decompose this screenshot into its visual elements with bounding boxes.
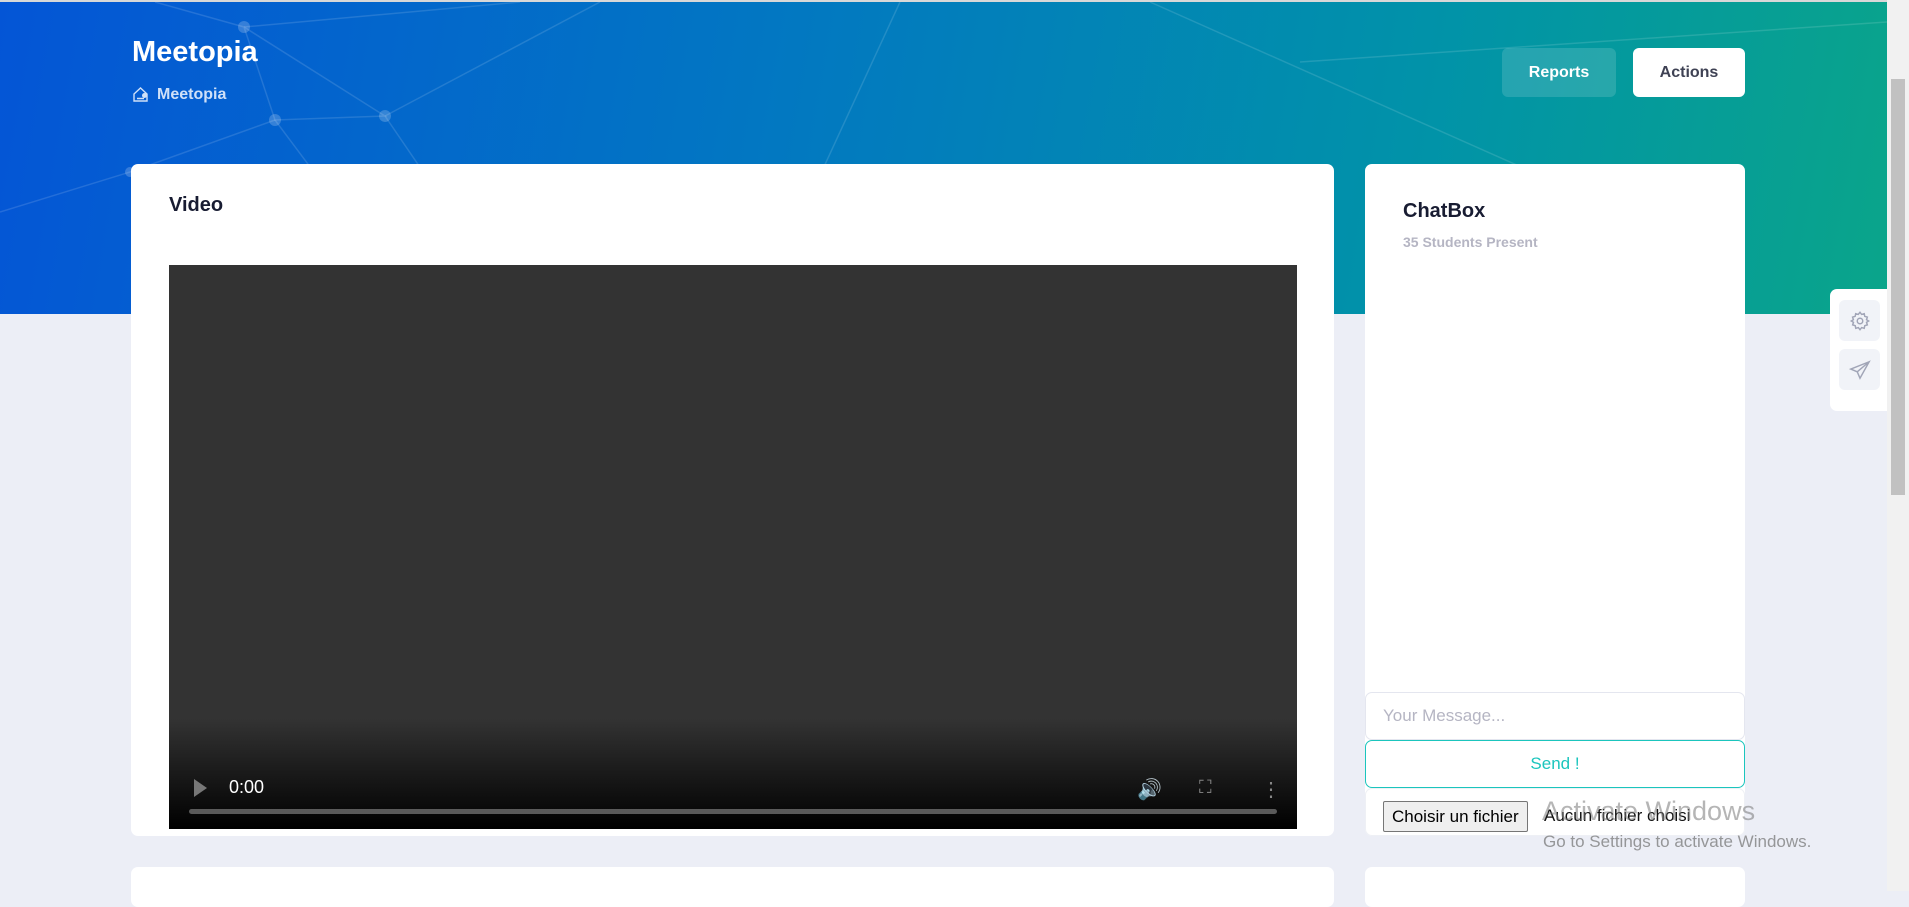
chatbox-card: ChatBox 35 Students Present Send ! Chois… [1365, 164, 1745, 836]
play-icon[interactable] [194, 779, 207, 797]
lower-card-left [131, 867, 1334, 907]
paper-plane-icon [1848, 359, 1871, 380]
volume-icon[interactable]: 🔊 [1137, 777, 1162, 802]
breadcrumb: Meetopia [132, 86, 226, 104]
message-input[interactable] [1365, 692, 1745, 740]
settings-button[interactable] [1839, 300, 1880, 341]
scrollbar-thumb[interactable] [1891, 79, 1905, 495]
choose-file-button[interactable]: Choisir un fichier [1383, 801, 1528, 832]
gear-icon [1849, 310, 1870, 331]
video-progress-bar[interactable] [189, 809, 1277, 814]
reports-button[interactable]: Reports [1502, 48, 1616, 97]
page-title: Meetopia [132, 36, 258, 68]
chatbox-title: ChatBox [1403, 200, 1486, 222]
video-card-title: Video [169, 194, 224, 216]
send-message-button[interactable] [1839, 349, 1880, 390]
video-player[interactable]: 0:00 🔊 ⛶ ⋮ [169, 265, 1297, 829]
send-button[interactable]: Send ! [1365, 740, 1745, 788]
video-controls: 0:00 🔊 ⛶ ⋮ [169, 719, 1297, 829]
windows-watermark-subtitle: Go to Settings to activate Windows. [1543, 832, 1812, 851]
windows-watermark-title: Activate Windows [1542, 796, 1756, 826]
breadcrumb-current[interactable]: Meetopia [157, 86, 226, 104]
lower-card-right [1365, 867, 1745, 907]
fullscreen-icon[interactable]: ⛶ [1199, 777, 1212, 798]
side-toolbar [1830, 289, 1887, 411]
actions-button[interactable]: Actions [1633, 48, 1745, 97]
more-options-icon[interactable]: ⋮ [1261, 777, 1281, 802]
page-scrollbar[interactable] [1887, 0, 1909, 891]
students-present: 35 Students Present [1403, 234, 1538, 250]
video-card: Video 0:00 🔊 ⛶ ⋮ [131, 164, 1334, 836]
video-time: 0:00 [229, 777, 265, 797]
